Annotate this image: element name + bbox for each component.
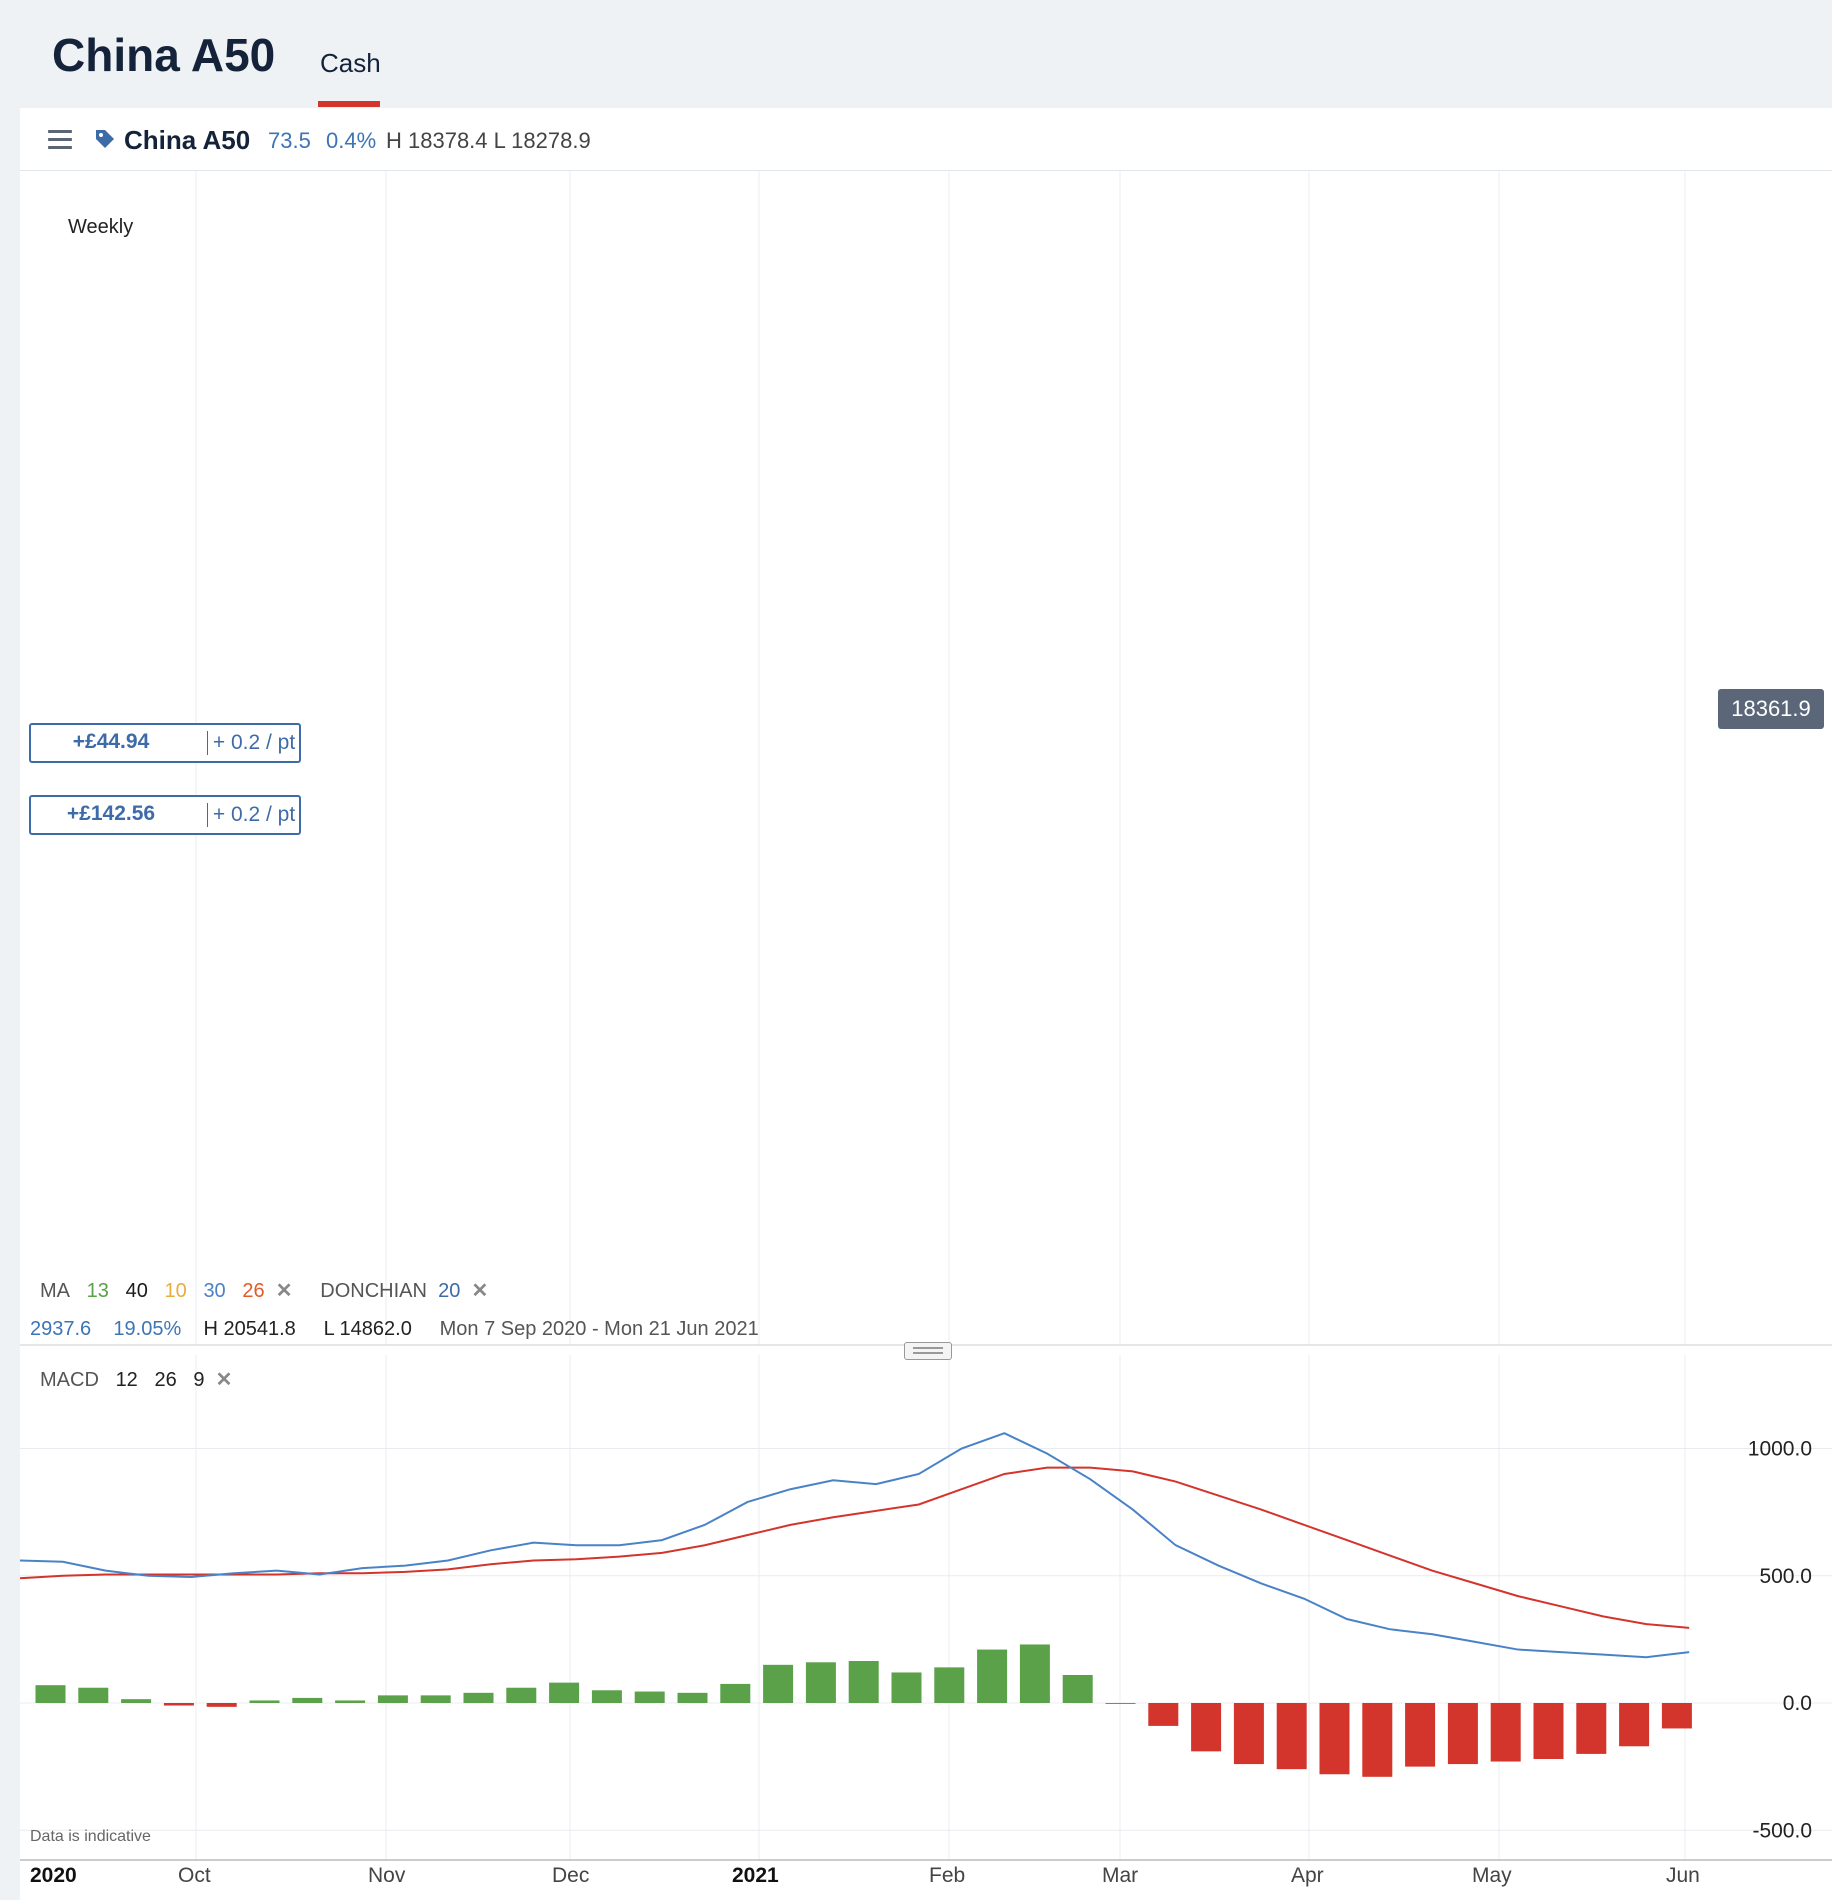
macd-histogram-bar: [1019, 1644, 1050, 1703]
ma-period-26: 26: [242, 1280, 265, 1302]
ma-legend[interactable]: MA 13 40 10 30 26 ✕ DONCHIAN 20 ✕: [40, 1278, 488, 1303]
ma-period-13: 13: [86, 1280, 109, 1302]
macd-histogram-bar: [463, 1692, 494, 1703]
macd-histogram-bar: [206, 1703, 237, 1707]
macd-histogram-bar: [78, 1687, 109, 1703]
macd-histogram-bar: [1619, 1703, 1650, 1747]
x-axis-label: 2021: [732, 1864, 779, 1887]
macd-y-tick-label: 0.0: [1783, 1692, 1812, 1715]
ma-period-40: 40: [125, 1280, 148, 1302]
macd-histogram-bar: [292, 1697, 323, 1703]
position-pl: +£142.56: [66, 802, 156, 825]
macd-histogram-bar: [1362, 1703, 1393, 1777]
macd-histogram-bar: [1576, 1703, 1607, 1754]
data-disclaimer: Data is indicative: [30, 1828, 151, 1845]
macd-histogram-bar: [1533, 1703, 1564, 1759]
macd-histogram-bar: [1405, 1703, 1436, 1767]
macd-histogram-bar: [891, 1672, 922, 1703]
macd-histogram-bar: [805, 1662, 836, 1703]
macd-histogram-bar: [35, 1685, 66, 1703]
x-axis-label: Dec: [552, 1864, 589, 1887]
x-axis-label: Apr: [1291, 1864, 1324, 1887]
interval-label: Weekly: [68, 216, 134, 238]
macd-signal-line: [19, 1466, 1690, 1629]
x-axis-label: Nov: [368, 1864, 406, 1887]
macd-histogram-bar: [1233, 1703, 1264, 1765]
macd-fast: 12: [115, 1369, 138, 1391]
macd-histogram-bar: [549, 1682, 580, 1703]
macd-legend[interactable]: MACD 12 26 9 ✕: [40, 1367, 232, 1392]
macd-histogram-bar: [977, 1649, 1008, 1703]
macd-label: MACD: [40, 1369, 99, 1391]
macd-histogram-bar: [121, 1699, 152, 1703]
macd-signal: 9: [193, 1369, 205, 1391]
macd-histogram-bar: [1105, 1703, 1136, 1704]
position-rate: + 0.2 / pt: [212, 731, 296, 754]
macd-histogram-bar: [763, 1664, 794, 1703]
macd-line: [19, 1432, 1690, 1659]
ma-period-10: 10: [164, 1280, 187, 1302]
remove-macd-icon[interactable]: ✕: [216, 1369, 233, 1391]
range-pct: 19.05%: [113, 1318, 182, 1340]
x-axis-label: Feb: [929, 1864, 965, 1887]
macd-histogram-bar: [249, 1700, 280, 1703]
position-divider: [207, 731, 208, 755]
x-axis-label: 2020: [30, 1864, 77, 1887]
macd-histogram-bar: [1661, 1703, 1692, 1729]
macd-histogram-bar: [720, 1683, 751, 1703]
macd-histogram-bar: [1191, 1703, 1222, 1752]
ma-period-30: 30: [203, 1280, 226, 1302]
remove-donchian-icon[interactable]: ✕: [471, 1280, 488, 1302]
macd-histogram-bar: [1490, 1703, 1521, 1762]
ma-label: MA: [40, 1280, 70, 1302]
macd-histogram-bar: [591, 1690, 622, 1703]
macd-histogram-bar: [677, 1692, 708, 1703]
range-value: 2937.6: [30, 1318, 92, 1340]
price-chart[interactable]: 21000.020000.019000.018000.017000.016000…: [0, 0, 1832, 1900]
macd-histogram-bar: [506, 1687, 537, 1703]
range-high: H 20541.8: [203, 1318, 296, 1340]
macd-histogram-bar: [1447, 1703, 1478, 1765]
range-low: L 14862.0: [323, 1318, 412, 1340]
macd-y-tick-label: 500.0: [1759, 1565, 1812, 1588]
macd-histogram-bar: [420, 1695, 451, 1703]
macd-histogram-bar: [1148, 1703, 1179, 1726]
x-axis-label: Jun: [1666, 1864, 1700, 1887]
current-price-badge: 18361.9: [1718, 689, 1824, 729]
macd-histogram-bar: [335, 1700, 366, 1703]
macd-histogram-bar: [377, 1695, 408, 1703]
position-divider: [207, 803, 208, 827]
macd-y-tick-label: -500.0: [1752, 1819, 1812, 1842]
donchian-label: DONCHIAN: [320, 1280, 427, 1302]
macd-y-tick-label: 1000.0: [1748, 1438, 1812, 1461]
macd-slow: 26: [154, 1369, 177, 1391]
macd-histogram-bar: [1319, 1703, 1350, 1775]
pane-resize-handle[interactable]: [904, 1342, 952, 1360]
position-box-2[interactable]: +£142.56 + 0.2 / pt: [29, 795, 301, 835]
macd-histogram-bar: [1276, 1703, 1307, 1770]
macd-histogram-bar: [934, 1667, 965, 1703]
x-axis-label: May: [1472, 1864, 1512, 1887]
macd-histogram-bar: [848, 1661, 879, 1703]
position-rate: + 0.2 / pt: [212, 803, 296, 826]
range-stats: 2937.6 19.05% H 20541.8 L 14862.0 Mon 7 …: [30, 1318, 759, 1341]
x-axis-label: Mar: [1102, 1864, 1138, 1887]
position-pl: +£44.94: [72, 730, 150, 753]
range-dates: Mon 7 Sep 2020 - Mon 21 Jun 2021: [439, 1318, 759, 1340]
macd-histogram-bar: [163, 1703, 194, 1706]
macd-histogram-bar: [634, 1691, 665, 1703]
donchian-period: 20: [438, 1280, 461, 1302]
macd-histogram-bar: [1062, 1675, 1093, 1703]
remove-ma-icon[interactable]: ✕: [276, 1280, 293, 1302]
x-axis-label: Oct: [178, 1864, 211, 1887]
position-box-1[interactable]: +£44.94 + 0.2 / pt: [29, 723, 301, 763]
